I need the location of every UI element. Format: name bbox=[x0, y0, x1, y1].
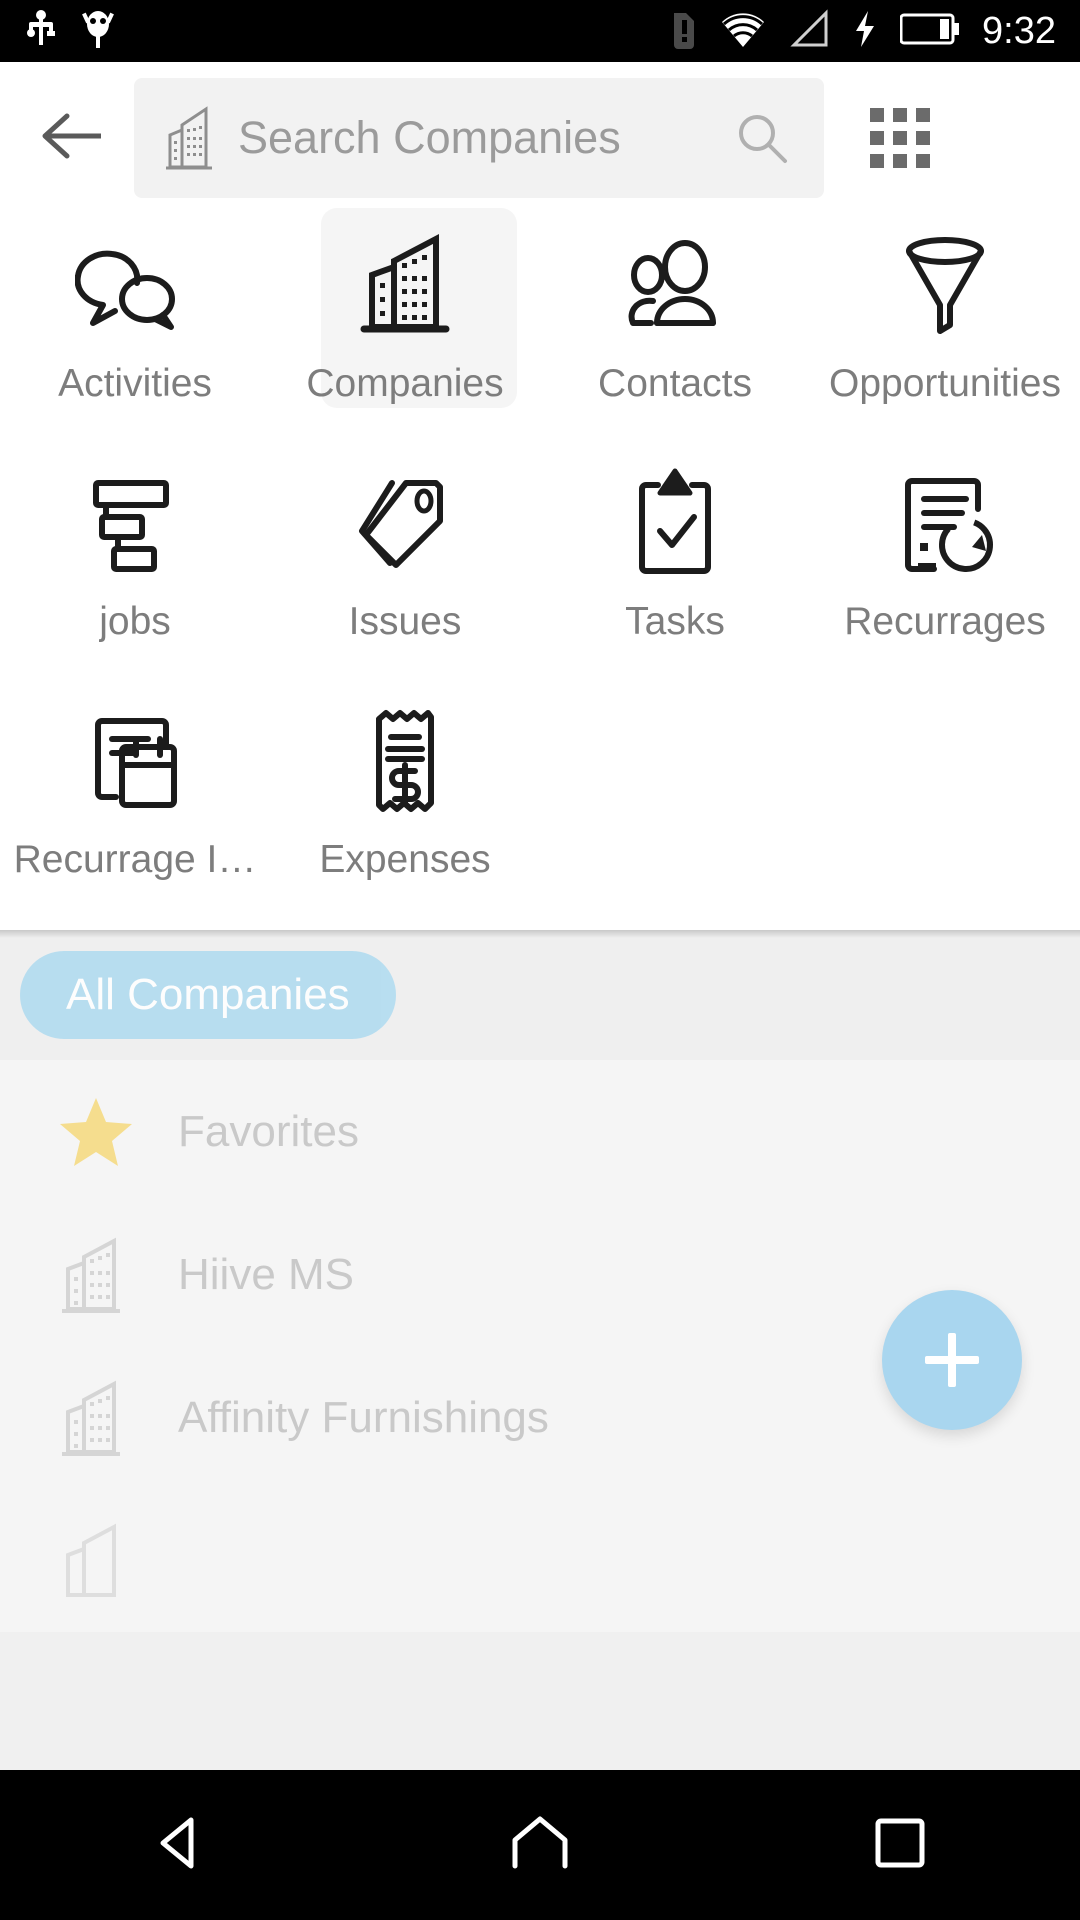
module-label: Activities bbox=[58, 362, 212, 405]
building-icon bbox=[162, 103, 216, 173]
phone-screen: 9:32 Search Companies Activities Compani… bbox=[0, 0, 1080, 1920]
module-item-activities[interactable]: Activities bbox=[0, 214, 270, 452]
apps-grid-icon bbox=[870, 108, 930, 168]
module-item-jobs[interactable]: jobs bbox=[0, 452, 270, 690]
home-icon bbox=[509, 1814, 571, 1877]
chat-bubbles-icon bbox=[75, 226, 195, 346]
sim-alert-icon bbox=[670, 7, 698, 56]
filter-chip-all-companies[interactable]: All Companies bbox=[20, 951, 396, 1039]
funnel-icon bbox=[890, 226, 1000, 346]
module-item-contacts[interactable]: Contacts bbox=[540, 214, 810, 452]
module-label: jobs bbox=[99, 600, 171, 643]
back-arrow-icon bbox=[41, 110, 105, 167]
module-item-empty bbox=[810, 690, 1080, 928]
square-recents-icon bbox=[872, 1815, 928, 1876]
status-bar: 9:32 bbox=[0, 0, 1080, 62]
building-outline-icon bbox=[56, 1376, 164, 1460]
module-label: Tasks bbox=[625, 600, 725, 643]
wifi-icon bbox=[720, 9, 766, 54]
module-label: Companies bbox=[306, 362, 504, 405]
list-item-label: Affinity Furnishings bbox=[178, 1392, 549, 1442]
charging-bolt-icon bbox=[852, 9, 878, 54]
search-icon[interactable] bbox=[734, 110, 790, 166]
module-grid-panel: Activities Companies Contacts Opportunit… bbox=[0, 208, 1080, 930]
nav-recents-button[interactable] bbox=[810, 1770, 990, 1920]
module-label: Opportunities bbox=[829, 362, 1061, 405]
document-refresh-icon bbox=[888, 464, 1003, 584]
plus-icon bbox=[925, 1333, 979, 1387]
module-item-recurrages[interactable]: Recurrages bbox=[810, 452, 1080, 690]
module-label: Recurrage I… bbox=[13, 838, 257, 881]
module-label: Expenses bbox=[319, 838, 491, 881]
clipboard-check-icon bbox=[620, 464, 730, 584]
filter-chip-label: All Companies bbox=[66, 970, 350, 1019]
android-nav-bar bbox=[0, 1770, 1080, 1920]
panel-drop-shadow bbox=[0, 930, 1080, 938]
list-item-label: Favorites bbox=[178, 1106, 359, 1156]
document-calendar-icon bbox=[78, 702, 193, 822]
search-bar[interactable]: Search Companies bbox=[134, 78, 824, 198]
module-grid-row: Activities Companies Contacts Opportunit… bbox=[0, 208, 1080, 452]
triangle-back-icon bbox=[153, 1814, 207, 1877]
nav-back-button[interactable] bbox=[90, 1770, 270, 1920]
module-item-opportunities[interactable]: Opportunities bbox=[810, 214, 1080, 452]
module-item-tasks[interactable]: Tasks bbox=[540, 452, 810, 690]
back-button[interactable] bbox=[18, 83, 128, 193]
module-grid-row: jobs Issues Tasks Recurrages bbox=[0, 452, 1080, 690]
module-item-expenses[interactable]: Expenses bbox=[270, 690, 540, 928]
tags-icon bbox=[348, 464, 463, 584]
app-bar: Search Companies bbox=[0, 62, 1080, 214]
list-item[interactable]: Favorites bbox=[0, 1060, 1080, 1203]
receipt-dollar-icon bbox=[355, 702, 455, 822]
building-outline-icon bbox=[56, 1233, 164, 1317]
add-company-fab[interactable] bbox=[882, 1290, 1022, 1430]
buildings-icon bbox=[350, 226, 460, 346]
cell-signal-icon bbox=[788, 8, 830, 54]
search-input[interactable]: Search Companies bbox=[238, 112, 734, 164]
apps-grid-button[interactable] bbox=[850, 88, 950, 188]
people-icon bbox=[615, 226, 735, 346]
module-label: Contacts bbox=[598, 362, 752, 405]
module-item-empty bbox=[540, 690, 810, 928]
module-grid-row: Recurrage I… Expenses bbox=[0, 690, 1080, 928]
status-bar-clock: 9:32 bbox=[982, 10, 1056, 52]
module-item-issues[interactable]: Issues bbox=[270, 452, 540, 690]
module-item-recurrage-invoices[interactable]: Recurrage I… bbox=[0, 690, 270, 928]
list-item-partial[interactable] bbox=[0, 1489, 1080, 1632]
status-bar-left-icons bbox=[0, 8, 114, 55]
status-bar-right-icons: 9:32 bbox=[670, 7, 1080, 56]
building-outline-icon bbox=[56, 1519, 164, 1603]
nav-home-button[interactable] bbox=[450, 1770, 630, 1920]
usb-icon bbox=[26, 9, 56, 54]
android-debug-icon bbox=[82, 8, 114, 55]
list-item-label: Hiive MS bbox=[178, 1249, 355, 1299]
hierarchy-icon bbox=[80, 464, 190, 584]
battery-icon bbox=[899, 12, 960, 51]
star-icon bbox=[56, 1094, 164, 1170]
module-label: Recurrages bbox=[844, 600, 1046, 643]
filter-chip-bar: All Companies bbox=[0, 930, 1080, 1060]
module-label: Issues bbox=[348, 600, 462, 643]
module-item-companies[interactable]: Companies bbox=[270, 208, 540, 452]
